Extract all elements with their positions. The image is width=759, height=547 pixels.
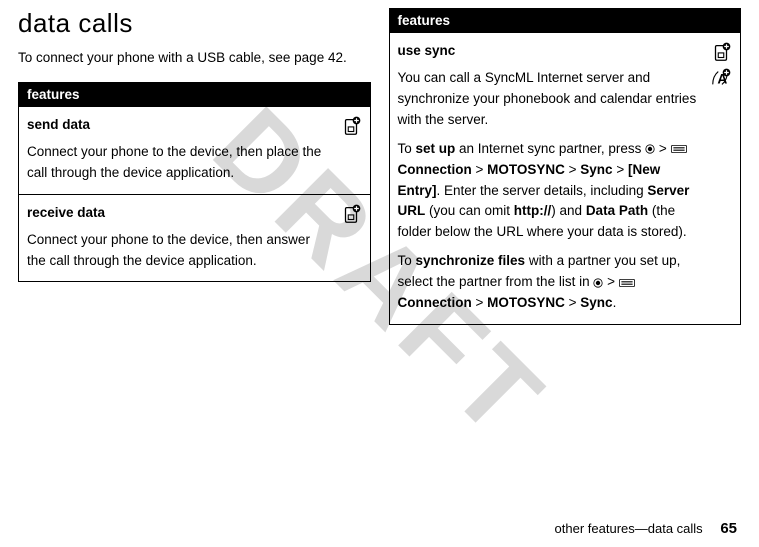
feature-icons (340, 203, 362, 225)
table-row: receive data Connect your phone to the d… (19, 194, 371, 282)
sim-plus-icon (340, 115, 362, 137)
features-table-left: features send data (18, 82, 371, 283)
page-content: data calls To connect your phone with a … (0, 0, 759, 325)
page-title: data calls (18, 8, 371, 39)
left-column: data calls To connect your phone with a … (18, 8, 371, 325)
feature-body: Connect your phone to the device, then p… (27, 144, 321, 180)
menu-item: Connection (398, 162, 472, 177)
table-row: send data Connect your phone to the devi… (19, 106, 371, 194)
a-plus-icon: A (710, 67, 732, 89)
feature-title: send data (27, 115, 332, 136)
feature-icons (340, 115, 362, 137)
menu-key-icon (671, 144, 687, 154)
feature-icons: A (710, 41, 732, 89)
menu-item: Connection (398, 295, 472, 310)
sim-plus-icon (710, 41, 732, 63)
field-name: http:// (514, 203, 551, 218)
center-key-icon (645, 144, 655, 154)
text: ) and (551, 203, 586, 218)
right-column: features A (389, 8, 742, 325)
text: To (398, 141, 416, 156)
menu-item: Sync (580, 295, 612, 310)
text: (you can omit (425, 203, 514, 218)
table-header: features (389, 9, 741, 33)
table-header: features (19, 82, 371, 106)
menu-item: Sync (580, 162, 612, 177)
feature-body: Connect your phone to the device, then a… (27, 232, 310, 268)
footer-text: other features—data calls (555, 521, 703, 536)
setup-bold: set up (416, 141, 456, 156)
menu-key-icon (619, 278, 635, 288)
page-footer: other features—data calls 65 (555, 520, 737, 537)
intro-paragraph: To connect your phone with a USB cable, … (18, 49, 371, 68)
sim-plus-icon (340, 203, 362, 225)
page-number: 65 (720, 520, 737, 537)
text: To (398, 253, 416, 268)
menu-item: MOTOSYNC (487, 162, 565, 177)
feature-title: use sync (398, 41, 703, 62)
text: . Enter the server details, including (437, 183, 648, 198)
center-key-icon (593, 278, 603, 288)
sync-paragraph-2: To set up an Internet sync partner, pres… (398, 139, 703, 244)
feature-title: receive data (27, 203, 332, 224)
features-table-right: features A (389, 8, 742, 325)
sync-bold: synchronize files (416, 253, 526, 268)
menu-item: MOTOSYNC (487, 295, 565, 310)
table-row: A use sync You can call a SyncML Interne… (389, 33, 741, 325)
sync-paragraph-3: To synchronize files with a partner you … (398, 251, 703, 314)
field-name: Data Path (586, 203, 648, 218)
sync-paragraph-1: You can call a SyncML Internet server an… (398, 68, 703, 131)
text: an Internet sync partner, press (455, 141, 645, 156)
